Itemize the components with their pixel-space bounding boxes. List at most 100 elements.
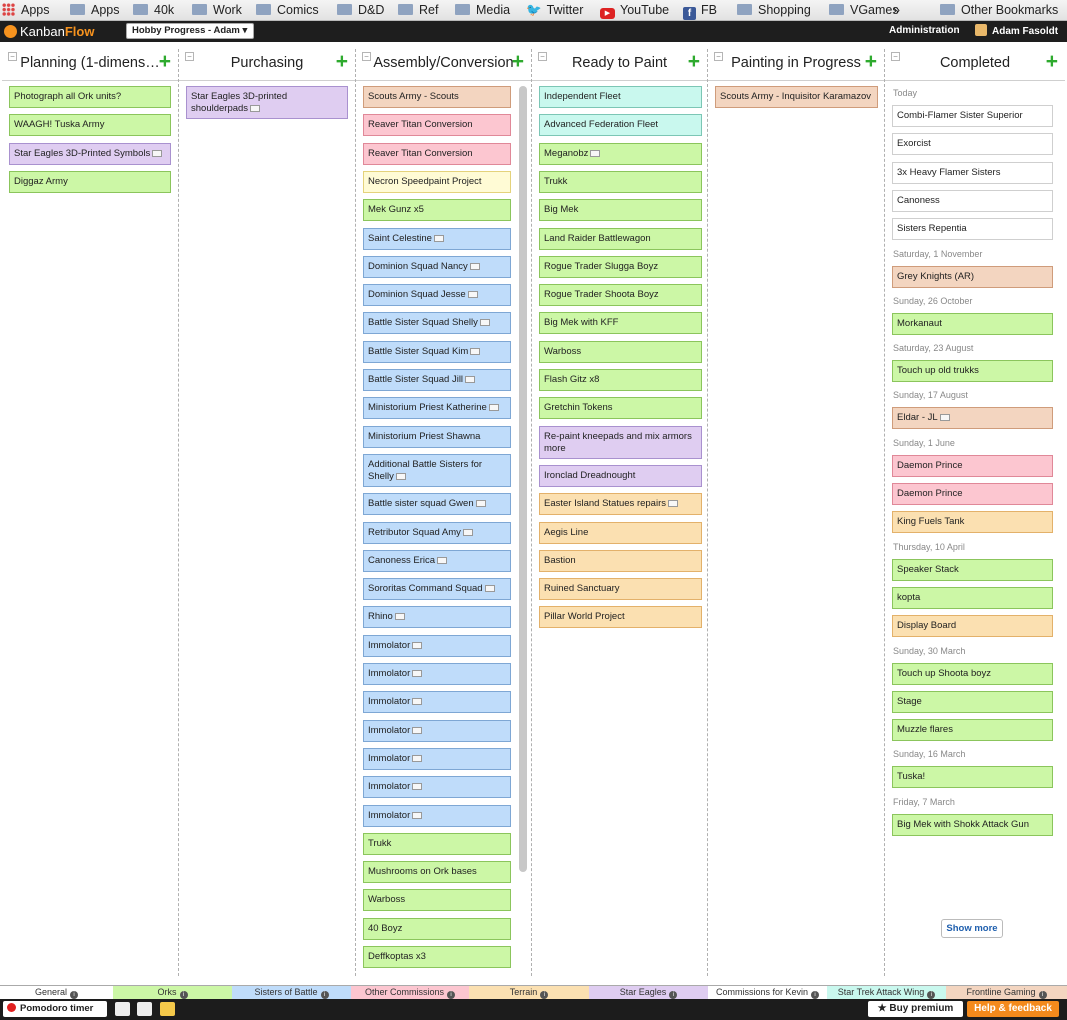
add-task-icon[interactable]: + — [159, 51, 171, 72]
task-card[interactable]: 40 Boyz — [363, 917, 511, 940]
task-card[interactable]: Touch up old trukks — [892, 360, 1053, 383]
task-card[interactable]: Rhino — [363, 606, 511, 629]
task-card[interactable]: Mek Gunz x5 — [363, 199, 511, 222]
task-card[interactable]: Additional Battle Sisters for Shelly — [363, 453, 511, 487]
add-task-icon[interactable]: + — [1046, 51, 1058, 72]
show-more-button[interactable]: Show more — [941, 919, 1003, 938]
task-card[interactable]: Star Eagles 3D-Printed Symbols — [9, 142, 171, 165]
info-icon[interactable]: i — [540, 991, 549, 999]
task-card[interactable]: Retributor Squad Amy — [363, 521, 511, 544]
task-card[interactable]: Star Eagles 3D-printed shoulderpads — [186, 86, 348, 119]
task-card[interactable]: Immolator — [363, 663, 511, 685]
task-card[interactable]: Grey Knights (AR) — [892, 265, 1053, 288]
add-task-icon[interactable]: + — [336, 51, 348, 72]
task-card[interactable]: Big Mek with KFF — [539, 312, 702, 335]
add-task-icon[interactable]: + — [512, 51, 524, 72]
task-card[interactable]: Photograph all Ork units? — [9, 86, 171, 108]
task-card[interactable]: Rogue Trader Slugga Boyz — [539, 255, 702, 278]
task-card[interactable]: Immolator — [363, 634, 511, 657]
task-card[interactable]: Battle Sister Squad Shelly — [363, 312, 511, 335]
task-card[interactable]: Daemon Prince — [892, 454, 1053, 477]
bookmark-item[interactable]: VGames — [829, 1, 899, 19]
task-card[interactable]: Speaker Stack — [892, 558, 1053, 581]
swimlane-tab[interactable]: Commissions for Kevin i — [708, 986, 827, 1000]
bookmarks-overflow-button[interactable]: » — [893, 1, 900, 19]
task-card[interactable]: Rogue Trader Shoota Boyz — [539, 284, 702, 307]
task-card[interactable]: Immolator — [363, 691, 511, 714]
other-bookmarks-folder[interactable]: Other Bookmarks — [940, 1, 1058, 19]
task-card[interactable]: Sisters Repentia — [892, 218, 1053, 241]
task-card[interactable]: Warboss — [363, 889, 511, 912]
task-card[interactable]: King Fuels Tank — [892, 511, 1053, 534]
print-icon[interactable] — [137, 1002, 152, 1016]
task-card[interactable]: Immolator — [363, 719, 511, 742]
task-card[interactable]: Morkanaut — [892, 312, 1053, 335]
administration-link[interactable]: Administration — [889, 24, 960, 38]
task-card[interactable]: Scouts Army - Inquisitor Karamazov — [715, 86, 878, 108]
task-card[interactable]: Dominion Squad Jesse — [363, 284, 511, 307]
task-card[interactable]: Muzzle flares — [892, 719, 1053, 742]
task-card[interactable]: Battle Sister Squad Kim — [363, 340, 511, 363]
task-card[interactable]: Reaver Titan Conversion — [363, 142, 511, 165]
task-card[interactable]: Tuska! — [892, 766, 1053, 789]
task-card[interactable]: Sororitas Command Squad — [363, 578, 511, 601]
task-card[interactable]: Trukk — [539, 170, 702, 193]
task-card[interactable]: Stage — [892, 690, 1053, 713]
task-card[interactable]: Trukk — [363, 832, 511, 855]
bookmark-item[interactable]: 40k — [133, 1, 174, 19]
task-card[interactable]: Mushrooms on Ork bases — [363, 861, 511, 884]
add-task-icon[interactable]: + — [865, 51, 877, 72]
swimlane-tab[interactable]: Orks i — [113, 986, 232, 1000]
task-card[interactable]: Flash Gitz x8 — [539, 369, 702, 391]
task-card[interactable]: Daemon Prince — [892, 483, 1053, 505]
column-scrollbar[interactable] — [519, 86, 527, 872]
bookmark-item[interactable]: 🐦 Twitter — [526, 1, 583, 19]
task-card[interactable]: Big Mek with Shokk Attack Gun — [892, 813, 1053, 836]
bookmark-item[interactable]: Shopping — [737, 1, 811, 19]
task-card[interactable]: Pillar World Project — [539, 606, 702, 629]
swimlane-tab[interactable]: Star Trek Attack Wing i — [827, 986, 946, 1000]
kanbanflow-logo[interactable]: KanbanFlow — [4, 23, 94, 40]
task-card[interactable]: Scouts Army - Scouts — [363, 86, 511, 108]
task-card[interactable]: Independent Fleet — [539, 86, 702, 108]
task-card[interactable]: Necron Speedpaint Project — [363, 170, 511, 193]
swimlane-tab[interactable]: Terrain i — [469, 986, 589, 1000]
task-card[interactable]: Re-paint kneepads and mix armors more — [539, 425, 702, 459]
task-card[interactable]: Meganobz — [539, 142, 702, 165]
swimlane-tab[interactable]: Star Eagles i — [589, 986, 708, 1000]
bookmark-item[interactable]: f FB — [683, 1, 717, 20]
task-card[interactable]: Aegis Line — [539, 521, 702, 544]
bookmark-item[interactable]: Apps — [70, 1, 120, 19]
task-card[interactable]: Ironclad Dreadnought — [539, 464, 702, 487]
task-card[interactable]: Saint Celestine — [363, 227, 511, 250]
task-card[interactable]: Gretchin Tokens — [539, 397, 702, 420]
task-card[interactable]: Battle sister squad Gwen — [363, 493, 511, 516]
task-card[interactable]: WAAGH! Tuska Army — [9, 114, 171, 137]
info-icon[interactable]: i — [669, 991, 678, 999]
swimlane-tab[interactable]: Other Commissions i — [351, 986, 469, 1000]
swimlane-tab[interactable]: Sisters of Battle i — [232, 986, 351, 1000]
task-card[interactable]: Battle Sister Squad Jill — [363, 369, 511, 391]
task-card[interactable]: Immolator — [363, 747, 511, 770]
task-card[interactable]: Canoness Erica — [363, 549, 511, 572]
user-menu[interactable]: Adam Fasoldt — [975, 24, 1058, 39]
task-card[interactable]: Ministorium Priest Shawna — [363, 425, 511, 448]
task-card[interactable]: Combi-Flamer Sister Superior — [892, 105, 1053, 127]
bookmark-item[interactable]: Ref — [398, 1, 438, 19]
task-card[interactable]: Immolator — [363, 804, 511, 827]
task-card[interactable]: Advanced Federation Fleet — [539, 114, 702, 137]
task-card[interactable]: Warboss — [539, 340, 702, 363]
task-card[interactable]: Ministorium Priest Katherine — [363, 397, 511, 420]
task-card[interactable]: Bastion — [539, 549, 702, 572]
task-card[interactable]: Display Board — [892, 615, 1053, 638]
stats-icon[interactable] — [160, 1002, 175, 1016]
task-card[interactable]: Dominion Squad Nancy — [363, 255, 511, 278]
task-card[interactable]: Diggaz Army — [9, 170, 171, 193]
task-card[interactable]: kopta — [892, 586, 1053, 609]
info-icon[interactable]: i — [179, 991, 188, 999]
task-card[interactable]: 3x Heavy Flamer Sisters — [892, 161, 1053, 184]
task-card[interactable]: Canoness — [892, 189, 1053, 212]
task-card[interactable]: Land Raider Battlewagon — [539, 227, 702, 250]
task-card[interactable]: Reaver Titan Conversion — [363, 114, 511, 137]
pomodoro-timer-button[interactable]: Pomodoro timer — [3, 1001, 107, 1017]
